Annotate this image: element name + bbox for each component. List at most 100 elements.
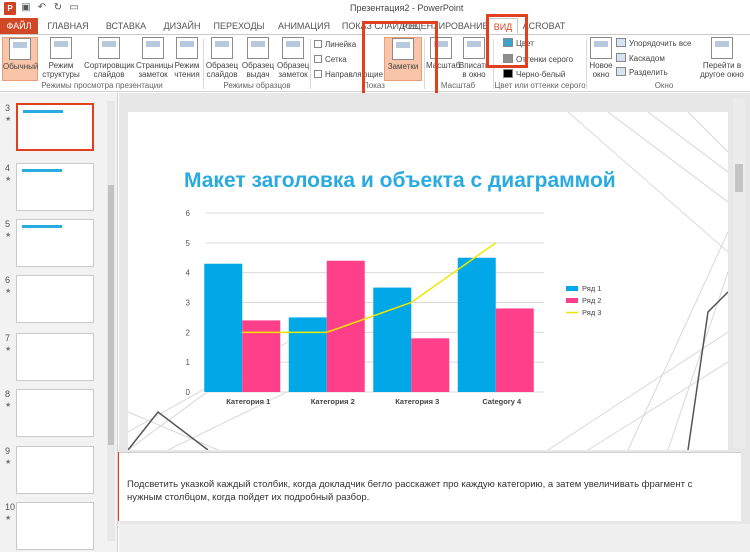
x-category-label: Category 4 <box>482 397 522 406</box>
checkbox-box <box>314 40 322 48</box>
notes-master-button[interactable]: Образец заметок <box>277 37 309 81</box>
legend-label: Ряд 2 <box>582 296 601 305</box>
thumbnail-title-mark <box>23 110 63 113</box>
animation-star-icon: ★ <box>5 176 12 183</box>
thumbnail-scroll-thumb[interactable] <box>108 185 114 445</box>
switch-windows-button[interactable]: Перейти в другое окно <box>698 37 746 81</box>
thumbnail-number: 10 <box>5 502 16 512</box>
tab-insert[interactable]: ВСТАВКА <box>97 18 155 34</box>
checkbox-box <box>314 55 322 63</box>
slide-vertical-scrollbar[interactable] <box>733 98 745 448</box>
animation-star-icon: ★ <box>5 402 12 409</box>
handout-master-button[interactable]: Образец выдач <box>241 37 275 81</box>
chart-bar-2 <box>495 308 534 392</box>
y-tick-label: 6 <box>186 209 191 218</box>
chart-bar-1 <box>373 287 412 392</box>
y-tick-label: 5 <box>186 239 191 248</box>
thumbnail-number: 5 <box>5 219 11 229</box>
outline-view-button[interactable]: Режим структуры <box>40 37 82 81</box>
slide-thumbnail[interactable] <box>16 389 94 437</box>
tab-file[interactable]: ФАЙЛ <box>0 18 38 34</box>
chart-line-series <box>242 242 497 334</box>
y-tick-label: 1 <box>186 358 191 367</box>
slide-thumbnail[interactable] <box>16 275 94 323</box>
notes-master-icon <box>282 37 304 59</box>
slide-thumbnail[interactable] <box>16 103 94 151</box>
y-tick-label: 2 <box>186 328 191 337</box>
new-window-icon <box>590 37 612 59</box>
animation-star-icon: ★ <box>5 515 12 522</box>
x-category-label: Категория 3 <box>395 397 439 406</box>
thumbnail-number: 8 <box>5 389 11 399</box>
thumbnail-title-mark <box>22 169 62 172</box>
black-white-option[interactable]: Черно-белый <box>503 69 565 81</box>
slide-sorter-button[interactable]: Сортировщик слайдов <box>84 37 134 81</box>
chart-bar-1 <box>288 317 327 392</box>
redo-icon[interactable]: ↻ <box>52 2 64 14</box>
group-label-presentation-views: Режимы просмотра презентации <box>41 81 163 90</box>
legend-label: Ряд 1 <box>582 284 601 293</box>
x-category-label: Категория 1 <box>226 397 270 406</box>
split-option[interactable]: Разделить <box>616 67 668 79</box>
thumbnail-number: 9 <box>5 446 11 456</box>
arrange-all-option[interactable]: Упорядочить все <box>616 38 691 50</box>
legend-label: Ряд 3 <box>582 308 601 317</box>
switch-windows-icon <box>711 37 733 59</box>
chart-bar-1 <box>457 257 496 392</box>
slide-thumbnail[interactable] <box>16 219 94 267</box>
thumbnail-title-mark <box>22 225 62 228</box>
ruler-checkbox[interactable]: Линейка <box>314 39 356 51</box>
powerpoint-logo-icon: P <box>4 2 16 15</box>
notes-page-button[interactable]: Страницы заметок <box>136 37 174 81</box>
tab-design[interactable]: ДИЗАЙН <box>158 18 206 34</box>
tab-home[interactable]: ГЛАВНАЯ <box>42 18 94 34</box>
slide-sorter-icon <box>98 37 120 59</box>
thumbnail-number: 7 <box>5 333 11 343</box>
fit-window-icon <box>463 37 485 59</box>
slideshow-icon[interactable]: ▭ <box>68 2 80 14</box>
highlight-view-color <box>486 14 528 68</box>
thumbnail-number: 6 <box>5 275 11 285</box>
x-category-label: Категория 2 <box>311 397 355 406</box>
slide-thumbnail[interactable] <box>16 446 94 494</box>
window-title: Презентация2 - PowerPoint <box>350 3 464 13</box>
undo-icon[interactable]: ↶ <box>36 2 48 14</box>
reading-view-icon <box>176 37 198 59</box>
tab-animation[interactable]: АНИМАЦИЯ <box>272 18 336 34</box>
checkbox-box <box>314 70 322 78</box>
group-separator <box>586 39 587 89</box>
y-tick-label: 3 <box>186 299 191 308</box>
cascade-option[interactable]: Каскадом <box>616 53 665 65</box>
normal-view-button[interactable]: Обычный <box>2 37 38 81</box>
highlight-notes <box>362 21 438 97</box>
group-separator <box>310 39 311 89</box>
animation-star-icon: ★ <box>5 116 12 123</box>
outline-view-icon <box>50 37 72 59</box>
save-icon[interactable]: ▣ <box>20 2 32 14</box>
new-window-button[interactable]: Новое окно <box>589 37 613 81</box>
thumbnail-number: 4 <box>5 163 11 173</box>
slide-scroll-thumb[interactable] <box>735 164 743 192</box>
slide-thumbnail[interactable] <box>16 502 94 550</box>
slide-thumbnail[interactable] <box>16 163 94 211</box>
legend-swatch <box>566 286 578 291</box>
title-bar: P ▣ ↶ ↻ ▭ Презентация2 - PowerPoint <box>0 0 750 18</box>
notes-page-icon <box>142 37 164 59</box>
slide-master-button[interactable]: Образец слайдов <box>205 37 239 81</box>
reading-view-button[interactable]: Режим чтения <box>172 37 202 81</box>
slide-thumbnail[interactable] <box>16 333 94 381</box>
slide-canvas[interactable]: Макет заголовка и объекта с диаграммой 0… <box>128 112 728 450</box>
grid-checkbox[interactable]: Сетка <box>314 54 347 66</box>
chart-bar-1 <box>204 263 243 392</box>
split-icon <box>616 67 626 76</box>
animation-star-icon: ★ <box>5 288 12 295</box>
legend-swatch <box>566 298 578 303</box>
status-bar <box>119 524 750 552</box>
slide-chart[interactable]: 0 1 2 3 4 5 6 Категория 1 Категория 2 Категория 3… <box>128 112 728 450</box>
tab-transitions[interactable]: ПЕРЕХОДЫ <box>208 18 270 34</box>
group-label-master-views: Режимы образцов <box>223 81 291 90</box>
chart-bar-2 <box>242 320 281 392</box>
notes-text[interactable]: Подсветить указкой каждый столбик, когда… <box>127 478 727 504</box>
thumbnail-number: 3 <box>5 103 11 113</box>
handout-master-icon <box>247 37 269 59</box>
